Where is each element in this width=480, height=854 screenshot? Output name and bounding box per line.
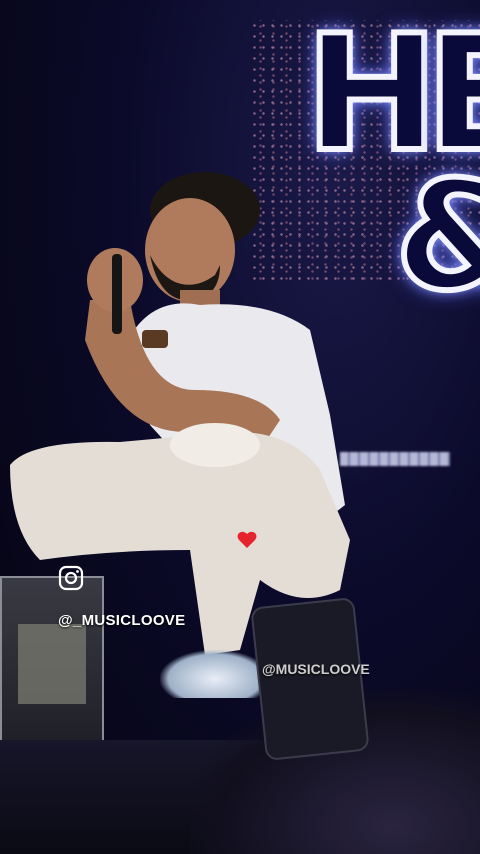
instagram-handle: @_MUSICLOOVE: [58, 612, 186, 629]
audience-phone: [250, 596, 370, 762]
concert-photo: H E & @_MUSICLOOVE: [0, 0, 480, 854]
neon-letter-ampersand: &: [392, 147, 480, 327]
heart-icon: [237, 531, 257, 548]
watermark-handle: @MUSICLOOVE: [262, 661, 370, 677]
instagram-icon: [58, 565, 84, 591]
